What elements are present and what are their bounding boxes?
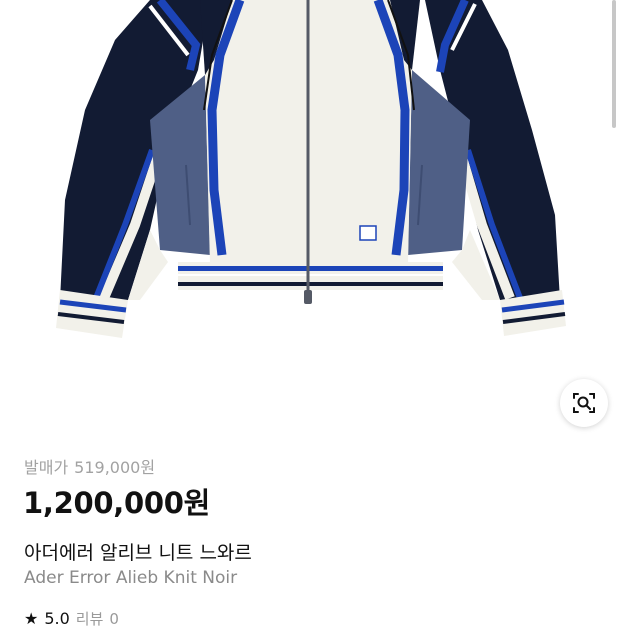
review-label: 리뷰 [75, 610, 104, 628]
release-price-label: 발매가 [24, 458, 69, 477]
image-search-button[interactable] [560, 379, 608, 427]
cardigan-illustration [56, 0, 566, 338]
product-name-korean: 아더에러 알리브 니트 느와르 [24, 542, 252, 564]
release-price-row: 발매가 519,000원 [24, 454, 155, 478]
rating-value: 5.0 [44, 609, 70, 628]
product-name-english: Ader Error Alieb Knit Noir [24, 568, 238, 588]
current-price: 1,200,000원 [23, 486, 210, 520]
rating-row[interactable]: ★ 5.0 리뷰 0 [24, 608, 119, 629]
star-icon: ★ [24, 609, 39, 628]
image-search-icon [573, 393, 595, 413]
review-count: 0 [109, 609, 119, 628]
product-image[interactable] [0, 0, 620, 440]
release-price-value: 519,000원 [74, 458, 156, 477]
scrollbar[interactable] [612, 0, 616, 128]
